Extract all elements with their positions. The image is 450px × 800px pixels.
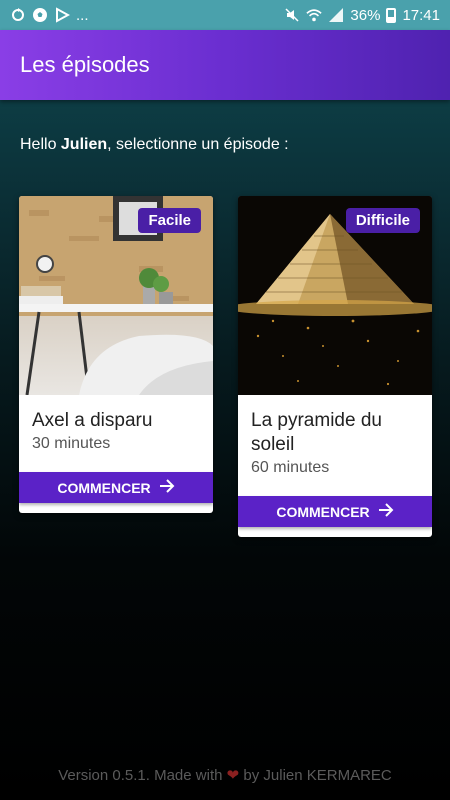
episode-card[interactable]: Facile Axel a disparu 30 minutes COMMENC…	[19, 196, 213, 513]
wifi-icon	[306, 7, 323, 23]
soccer-icon	[32, 7, 48, 23]
greeting-suffix: , selectionne un épisode :	[107, 136, 289, 153]
greeting: Hello Julien, selectionne un épisode :	[20, 136, 289, 154]
greeting-user-name: Julien	[60, 136, 108, 153]
status-bar: ... 36% 17:41	[0, 0, 450, 30]
status-bar-left: ...	[10, 7, 89, 24]
battery-icon	[386, 7, 397, 23]
arrow-right-icon	[159, 477, 175, 498]
start-button-label: COMMENCER	[276, 503, 370, 520]
app-bar: Les épisodes	[0, 30, 450, 100]
page-title: Les épisodes	[20, 52, 150, 77]
episode-duration: 30 minutes	[32, 435, 111, 452]
arrow-right-icon	[378, 501, 394, 522]
sync-icon	[10, 7, 26, 23]
episode-card-body: Axel a disparu 30 minutes	[19, 395, 213, 453]
difficulty-badge: Facile	[138, 208, 201, 233]
footer-suffix: by Julien KERMAREC	[239, 767, 392, 784]
clock: 17:41	[402, 6, 440, 24]
start-button-label: COMMENCER	[57, 479, 151, 496]
episode-duration: 60 minutes	[251, 459, 330, 476]
footer-version: Version 0.5.1. Made with ❤ by Julien KER…	[0, 766, 450, 784]
mute-icon	[284, 7, 300, 23]
status-bar-right: 36% 17:41	[284, 7, 440, 24]
episode-title: La pyramide du soleil	[251, 410, 382, 455]
start-episode-button[interactable]: COMMENCER	[238, 496, 432, 527]
episode-card-body: La pyramide du soleil 60 minutes	[238, 395, 432, 477]
footer-prefix: Version 0.5.1. Made with	[58, 767, 227, 784]
episode-image-office: Facile	[19, 196, 213, 395]
battery-percent: 36%	[350, 6, 381, 24]
greeting-prefix: Hello	[20, 136, 61, 153]
heart-icon: ❤	[226, 767, 240, 784]
start-episode-button[interactable]: COMMENCER	[19, 472, 213, 503]
episode-title: Axel a disparu	[32, 410, 153, 431]
signal-icon	[328, 7, 344, 23]
play-store-icon	[54, 7, 70, 23]
more-notifications: ...	[76, 6, 89, 24]
episode-card[interactable]: Difficile La pyramide du soleil 60 minut…	[238, 196, 432, 537]
episode-image-pyramid: Difficile	[238, 196, 432, 395]
difficulty-badge: Difficile	[345, 208, 420, 233]
